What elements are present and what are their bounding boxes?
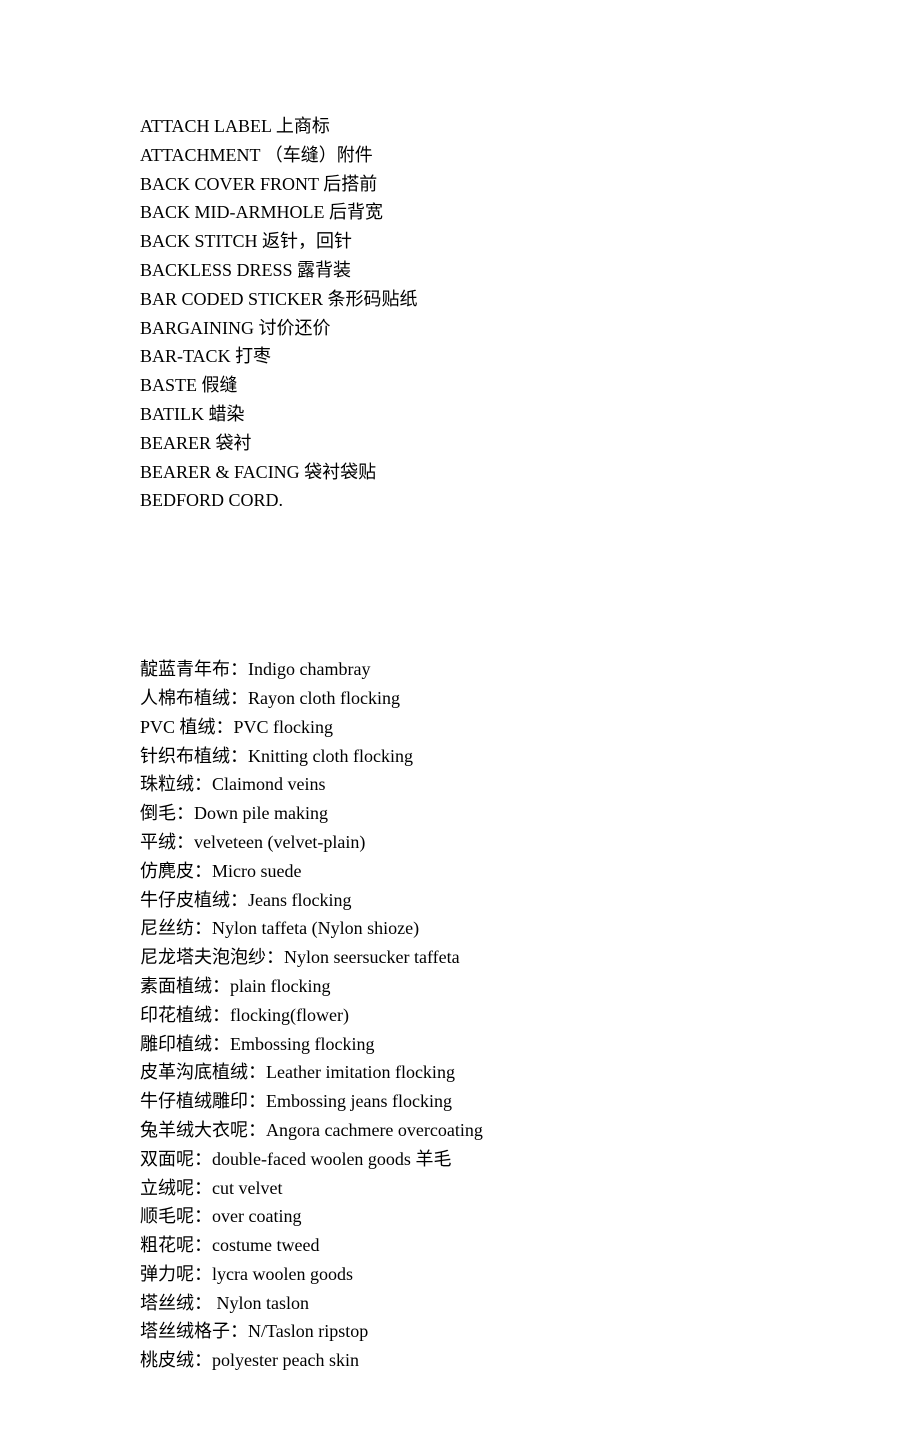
glossary-section-2: 靛蓝青年布：Indigo chambray 人棉布植绒：Rayon cloth … bbox=[140, 655, 780, 1375]
glossary-line: PVC 植绒：PVC flocking bbox=[140, 713, 780, 742]
glossary-line: 尼龙塔夫泡泡纱：Nylon seersucker taffeta bbox=[140, 943, 780, 972]
glossary-line: BAR CODED STICKER 条形码贴纸 bbox=[140, 285, 780, 314]
glossary-line: 粗花呢：costume tweed bbox=[140, 1231, 780, 1260]
glossary-line: 塔丝绒格子：N/Taslon ripstop bbox=[140, 1317, 780, 1346]
glossary-line: 皮革沟底植绒：Leather imitation flocking bbox=[140, 1058, 780, 1087]
glossary-line: ATTACHMENT （车缝）附件 bbox=[140, 141, 780, 170]
glossary-line: BEARER 袋衬 bbox=[140, 429, 780, 458]
document-page: ATTACH LABEL 上商标 ATTACHMENT （车缝）附件 BACK … bbox=[0, 0, 920, 1435]
glossary-line: BEARER & FACING 袋衬袋贴 bbox=[140, 458, 780, 487]
glossary-line: 立绒呢：cut velvet bbox=[140, 1174, 780, 1203]
glossary-line: 顺毛呢：over coating bbox=[140, 1202, 780, 1231]
glossary-line: BACK COVER FRONT 后搭前 bbox=[140, 170, 780, 199]
glossary-line: 靛蓝青年布：Indigo chambray bbox=[140, 655, 780, 684]
glossary-line: BASTE 假缝 bbox=[140, 371, 780, 400]
glossary-line: 牛仔皮植绒：Jeans flocking bbox=[140, 886, 780, 915]
glossary-section-1: ATTACH LABEL 上商标 ATTACHMENT （车缝）附件 BACK … bbox=[140, 112, 780, 515]
glossary-line: 倒毛：Down pile making bbox=[140, 799, 780, 828]
glossary-line: 人棉布植绒：Rayon cloth flocking bbox=[140, 684, 780, 713]
glossary-line: 尼丝纺：Nylon taffeta (Nylon shioze) bbox=[140, 914, 780, 943]
glossary-line: 桃皮绒：polyester peach skin bbox=[140, 1346, 780, 1375]
glossary-line: ATTACH LABEL 上商标 bbox=[140, 112, 780, 141]
glossary-line: 牛仔植绒雕印：Embossing jeans flocking bbox=[140, 1087, 780, 1116]
glossary-line: BATILK 蜡染 bbox=[140, 400, 780, 429]
glossary-line: 珠粒绒：Claimond veins bbox=[140, 770, 780, 799]
glossary-line: 兔羊绒大衣呢：Angora cachmere overcoating bbox=[140, 1116, 780, 1145]
glossary-line: BACK STITCH 返针，回针 bbox=[140, 227, 780, 256]
glossary-line: BARGAINING 讨价还价 bbox=[140, 314, 780, 343]
glossary-line: 仿麂皮：Micro suede bbox=[140, 857, 780, 886]
glossary-line: 针织布植绒：Knitting cloth flocking bbox=[140, 742, 780, 771]
section-divider bbox=[140, 515, 780, 655]
glossary-line: 弹力呢：lycra woolen goods bbox=[140, 1260, 780, 1289]
glossary-line: 双面呢：double-faced woolen goods 羊毛 bbox=[140, 1145, 780, 1174]
glossary-line: BACK MID-ARMHOLE 后背宽 bbox=[140, 198, 780, 227]
glossary-line: 平绒：velveteen (velvet-plain) bbox=[140, 828, 780, 857]
glossary-line: 雕印植绒：Embossing flocking bbox=[140, 1030, 780, 1059]
glossary-line: BACKLESS DRESS 露背装 bbox=[140, 256, 780, 285]
glossary-line: 印花植绒：flocking(flower) bbox=[140, 1001, 780, 1030]
glossary-line: BAR-TACK 打枣 bbox=[140, 342, 780, 371]
glossary-line: BEDFORD CORD. bbox=[140, 486, 780, 515]
glossary-line: 素面植绒：plain flocking bbox=[140, 972, 780, 1001]
glossary-line: 塔丝绒： Nylon taslon bbox=[140, 1289, 780, 1318]
